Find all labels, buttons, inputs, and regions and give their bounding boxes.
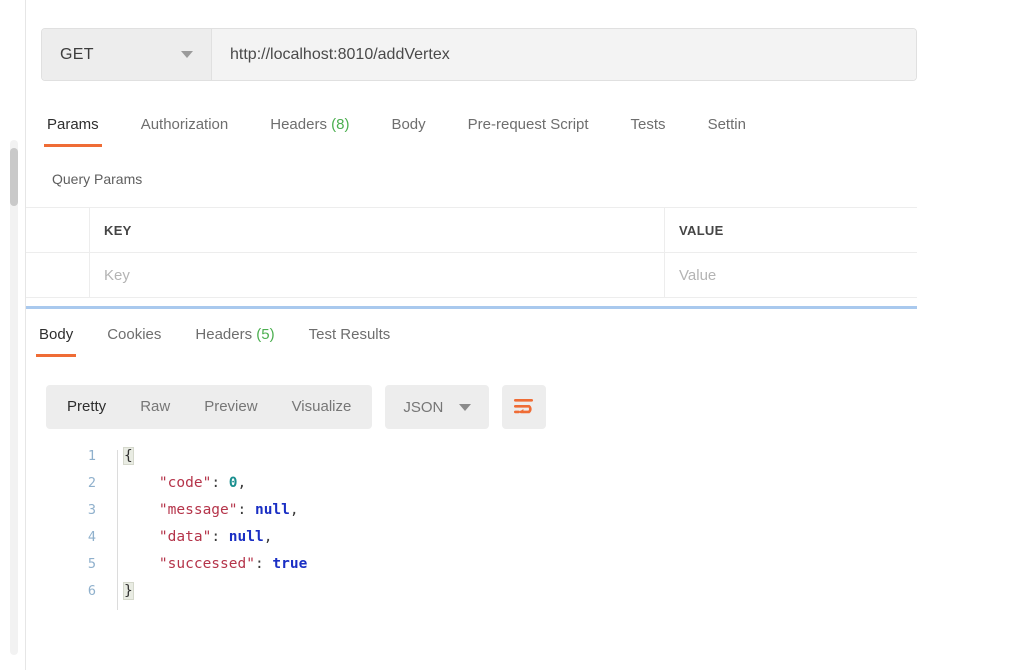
code-token: , [290, 502, 299, 518]
code-token: , [264, 529, 273, 545]
column-header-key: KEY [90, 208, 665, 252]
tab-label: Pre-request Script [468, 116, 589, 133]
postman-request-response-view: GET http://localhost:8010/addVertex Para… [0, 0, 1012, 670]
code-line: 6} [60, 578, 307, 605]
code-token: null [229, 529, 264, 545]
tab-label: Tests [631, 116, 666, 133]
vertical-scrollbar-track[interactable] [10, 140, 18, 655]
response-format-toolbar: PrettyRawPreviewVisualize JSON [46, 385, 546, 429]
pane-splitter-handle[interactable] [26, 306, 917, 309]
code-line: 1{ [60, 443, 307, 470]
column-header-value: VALUE [665, 208, 917, 252]
code-line: 2 "code": 0, [60, 470, 307, 497]
code-token: : [211, 529, 228, 545]
response-view-mode-group: PrettyRawPreviewVisualize [46, 385, 372, 429]
line-number: 4 [60, 524, 96, 551]
code-line-text: "code": 0, [96, 470, 246, 497]
response-tab-bar: Body Cookies Headers (5) Test Results [22, 322, 407, 357]
code-line: 5 "successed": true [60, 551, 307, 578]
view-mode-preview[interactable]: Preview [187, 385, 274, 429]
line-number: 2 [60, 470, 96, 497]
code-token: { [124, 448, 133, 464]
code-token: "message" [124, 502, 238, 518]
tab-label: Body [39, 326, 73, 343]
request-url-input[interactable]: http://localhost:8010/addVertex [212, 29, 916, 80]
view-mode-raw[interactable]: Raw [123, 385, 187, 429]
row-checkbox-cell[interactable] [26, 253, 90, 297]
chevron-down-icon [459, 404, 471, 411]
word-wrap-icon [513, 398, 535, 416]
tab-label: Settin [708, 116, 746, 133]
param-key-input[interactable]: Key [90, 253, 665, 297]
tab-label: Params [47, 116, 99, 133]
code-token: : [211, 475, 228, 491]
view-mode-visualize[interactable]: Visualize [275, 385, 369, 429]
http-method-label: GET [60, 46, 94, 64]
vertical-scrollbar-thumb[interactable] [10, 148, 18, 206]
response-tab-test-results[interactable]: Test Results [292, 322, 408, 357]
code-line: 3 "message": null, [60, 497, 307, 524]
code-token: 0 [229, 475, 238, 491]
code-token: null [255, 502, 290, 518]
table-header-row: KEY VALUE [26, 208, 917, 253]
tab-label: Headers [270, 116, 327, 133]
response-tab-headers[interactable]: Headers (5) [178, 322, 291, 357]
request-tab-params[interactable]: Params [26, 112, 120, 147]
tab-label: Cookies [107, 326, 161, 343]
request-url-bar: GET http://localhost:8010/addVertex [41, 28, 917, 81]
code-line-text: "successed": true [96, 551, 307, 578]
tab-label: Authorization [141, 116, 229, 133]
query-params-title: Query Params [52, 171, 142, 187]
chevron-down-icon [181, 51, 193, 58]
code-line-text: { [96, 443, 133, 470]
http-method-dropdown[interactable]: GET [42, 29, 212, 80]
code-token: true [272, 556, 307, 572]
param-value-input[interactable]: Value [665, 253, 917, 297]
line-number: 3 [60, 497, 96, 524]
request-tab-authorization[interactable]: Authorization [120, 112, 250, 147]
code-line-text: } [96, 578, 133, 605]
response-format-label: JSON [403, 399, 443, 416]
view-mode-pretty[interactable]: Pretty [50, 385, 123, 429]
table-row: Key Value [26, 253, 917, 298]
code-line-text: "message": null, [96, 497, 299, 524]
code-token: "data" [124, 529, 211, 545]
tab-count-badge: (8) [327, 116, 350, 133]
line-number: 5 [60, 551, 96, 578]
line-number: 6 [60, 578, 96, 605]
response-body-code[interactable]: 1{2 "code": 0,3 "message": null,4 "data"… [60, 443, 307, 605]
line-number: 1 [60, 443, 96, 470]
select-all-checkbox-cell[interactable] [26, 208, 90, 252]
code-token: : [238, 502, 255, 518]
tab-label: Test Results [309, 326, 391, 343]
request-tab-tests[interactable]: Tests [610, 112, 687, 147]
code-line: 4 "data": null, [60, 524, 307, 551]
request-tab-body[interactable]: Body [370, 112, 446, 147]
code-token: : [255, 556, 272, 572]
tab-label: Body [391, 116, 425, 133]
tab-count-badge: (5) [252, 326, 275, 343]
code-token: "successed" [124, 556, 255, 572]
code-token: "code" [124, 475, 211, 491]
response-tab-cookies[interactable]: Cookies [90, 322, 178, 357]
request-tab-headers[interactable]: Headers (8) [249, 112, 370, 147]
request-tab-settin[interactable]: Settin [687, 112, 767, 147]
query-params-table: KEY VALUE Key Value [26, 207, 917, 298]
tab-label: Headers [195, 326, 252, 343]
code-token: } [124, 583, 133, 599]
response-tab-body[interactable]: Body [22, 322, 90, 357]
word-wrap-button[interactable] [502, 385, 546, 429]
response-format-dropdown[interactable]: JSON [385, 385, 489, 429]
request-tab-bar: Params Authorization Headers (8) Body Pre-re… [26, 112, 917, 154]
code-token: , [238, 475, 247, 491]
request-tab-pre-request-script[interactable]: Pre-request Script [447, 112, 610, 147]
code-line-text: "data": null, [96, 524, 272, 551]
